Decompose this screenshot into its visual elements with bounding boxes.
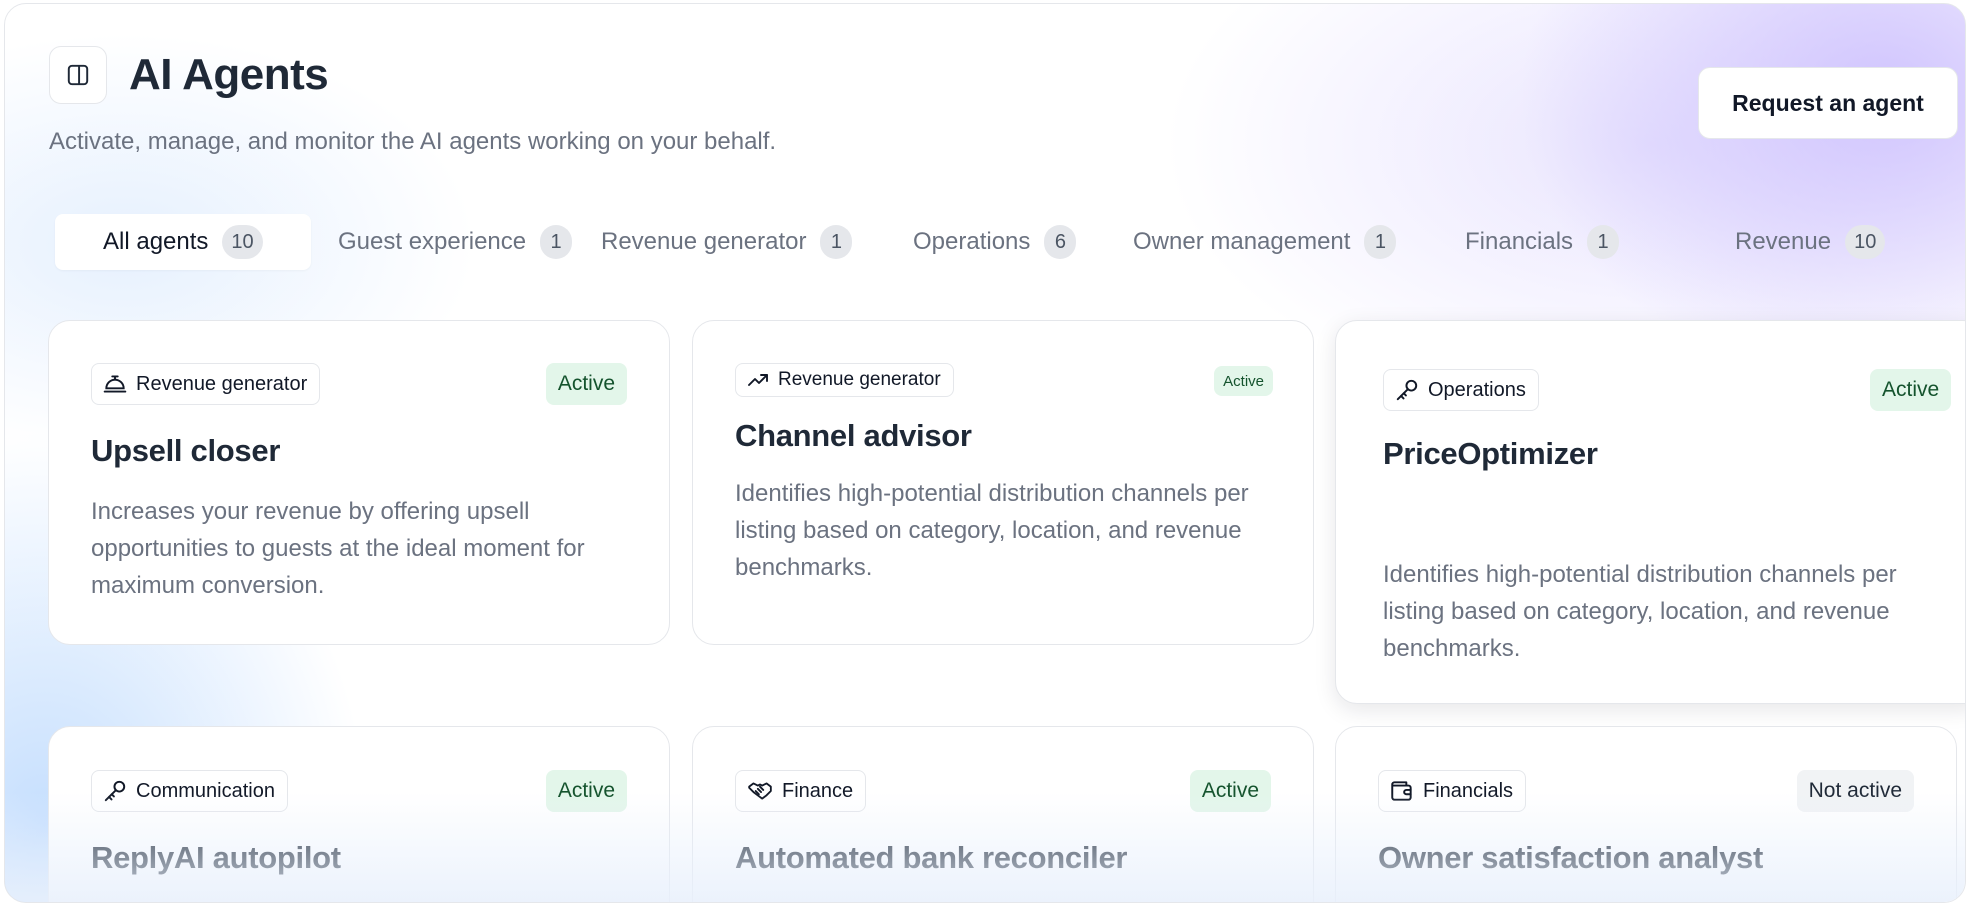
agent-card-channel-advisor[interactable]: Revenue generator Active Channel advisor… [692, 320, 1314, 645]
status-badge: Active [1870, 369, 1952, 411]
category-label: Revenue generator [136, 372, 308, 395]
agent-card-owner-satisfaction-analyst[interactable]: Financials Not active Owner satisfaction… [1335, 726, 1957, 902]
tab-count: 1 [820, 225, 853, 259]
status-badge: Active [1214, 366, 1273, 396]
agent-title: Upsell closer [91, 433, 281, 468]
tab-guest-experience[interactable]: Guest experience 1 [338, 214, 573, 270]
agent-description: Increases your revenue by offering upsel… [91, 498, 585, 599]
tab-label: All agents [103, 228, 209, 255]
tab-revenue-generator[interactable]: Revenue generator 1 [601, 214, 853, 270]
tab-label: Owner management [1133, 228, 1351, 255]
agent-card-priceoptimizer[interactable]: Operations Active PriceOptimizer Identif… [1335, 320, 1965, 704]
handshake-icon [748, 782, 772, 800]
status-badge: Not active [1796, 770, 1914, 812]
tab-count: 6 [1044, 225, 1077, 259]
category-chip: Financials [1378, 770, 1527, 812]
agent-card-replyai-autopilot[interactable]: Communication Active ReplyAI autopilot [48, 726, 670, 902]
concierge-bell-icon [103, 375, 127, 393]
agent-description: Identifies high-potential distribution c… [1383, 561, 1897, 662]
tab-owner-management[interactable]: Owner management 1 [1133, 214, 1397, 270]
category-chip: Operations [1383, 369, 1539, 411]
tab-label: Guest experience [338, 228, 527, 255]
tab-count: 1 [1587, 225, 1620, 259]
tab-count: 1 [540, 225, 573, 259]
category-chip: Communication [91, 770, 288, 812]
tab-label: Revenue generator [601, 228, 807, 255]
category-label: Operations [1428, 378, 1526, 401]
category-chip: Revenue generator [91, 363, 321, 405]
trending-up-icon [748, 374, 768, 386]
category-label: Financials [1423, 779, 1514, 802]
tab-operations[interactable]: Operations 6 [913, 214, 1077, 270]
category-chip: Revenue generator [735, 363, 954, 397]
category-label: Revenue generator [778, 369, 941, 390]
agent-title: PriceOptimizer [1383, 436, 1598, 471]
tab-label: Operations [913, 228, 1031, 255]
tab-count: 10 [222, 225, 263, 259]
status-badge: Active [545, 363, 627, 405]
page-subtitle: Activate, manage, and monitor the AI age… [49, 128, 777, 155]
tab-revenue[interactable]: Revenue 10 [1735, 214, 1886, 270]
tab-all-agents[interactable]: All agents 10 [55, 214, 311, 270]
category-label: Finance [782, 779, 854, 802]
status-badge: Active [545, 770, 627, 812]
category-chip: Finance [735, 770, 867, 812]
agent-title: Owner satisfaction analyst [1378, 840, 1763, 875]
app-frame: AI Agents Activate, manage, and monitor … [4, 3, 1966, 903]
request-agent-button[interactable]: Request an agent [1698, 67, 1958, 139]
tab-financials[interactable]: Financials 1 [1465, 214, 1620, 270]
sidebar-panel-icon [67, 64, 89, 86]
category-label: Communication [136, 779, 275, 802]
tab-count: 1 [1364, 225, 1397, 259]
status-badge: Active [1189, 770, 1271, 812]
key-icon [104, 780, 126, 802]
agent-card-upsell-closer[interactable]: Revenue generator Active Upsell closer I… [48, 320, 670, 645]
page-title: AI Agents [129, 50, 329, 99]
agent-title: Channel advisor [735, 418, 972, 453]
agent-description: Identifies high-potential distribution c… [735, 480, 1249, 581]
agent-title: Automated bank reconciler [735, 840, 1128, 875]
sidebar-toggle-button[interactable] [49, 46, 107, 104]
wallet-icon [1391, 781, 1412, 801]
tab-count: 10 [1845, 225, 1886, 259]
key-icon [1396, 379, 1418, 401]
agent-title: ReplyAI autopilot [91, 840, 341, 875]
tab-label: Financials [1465, 228, 1574, 255]
tab-label: Revenue [1735, 228, 1832, 255]
agent-card-automated-bank-reconciler[interactable]: Finance Active Automated bank reconciler [692, 726, 1314, 902]
